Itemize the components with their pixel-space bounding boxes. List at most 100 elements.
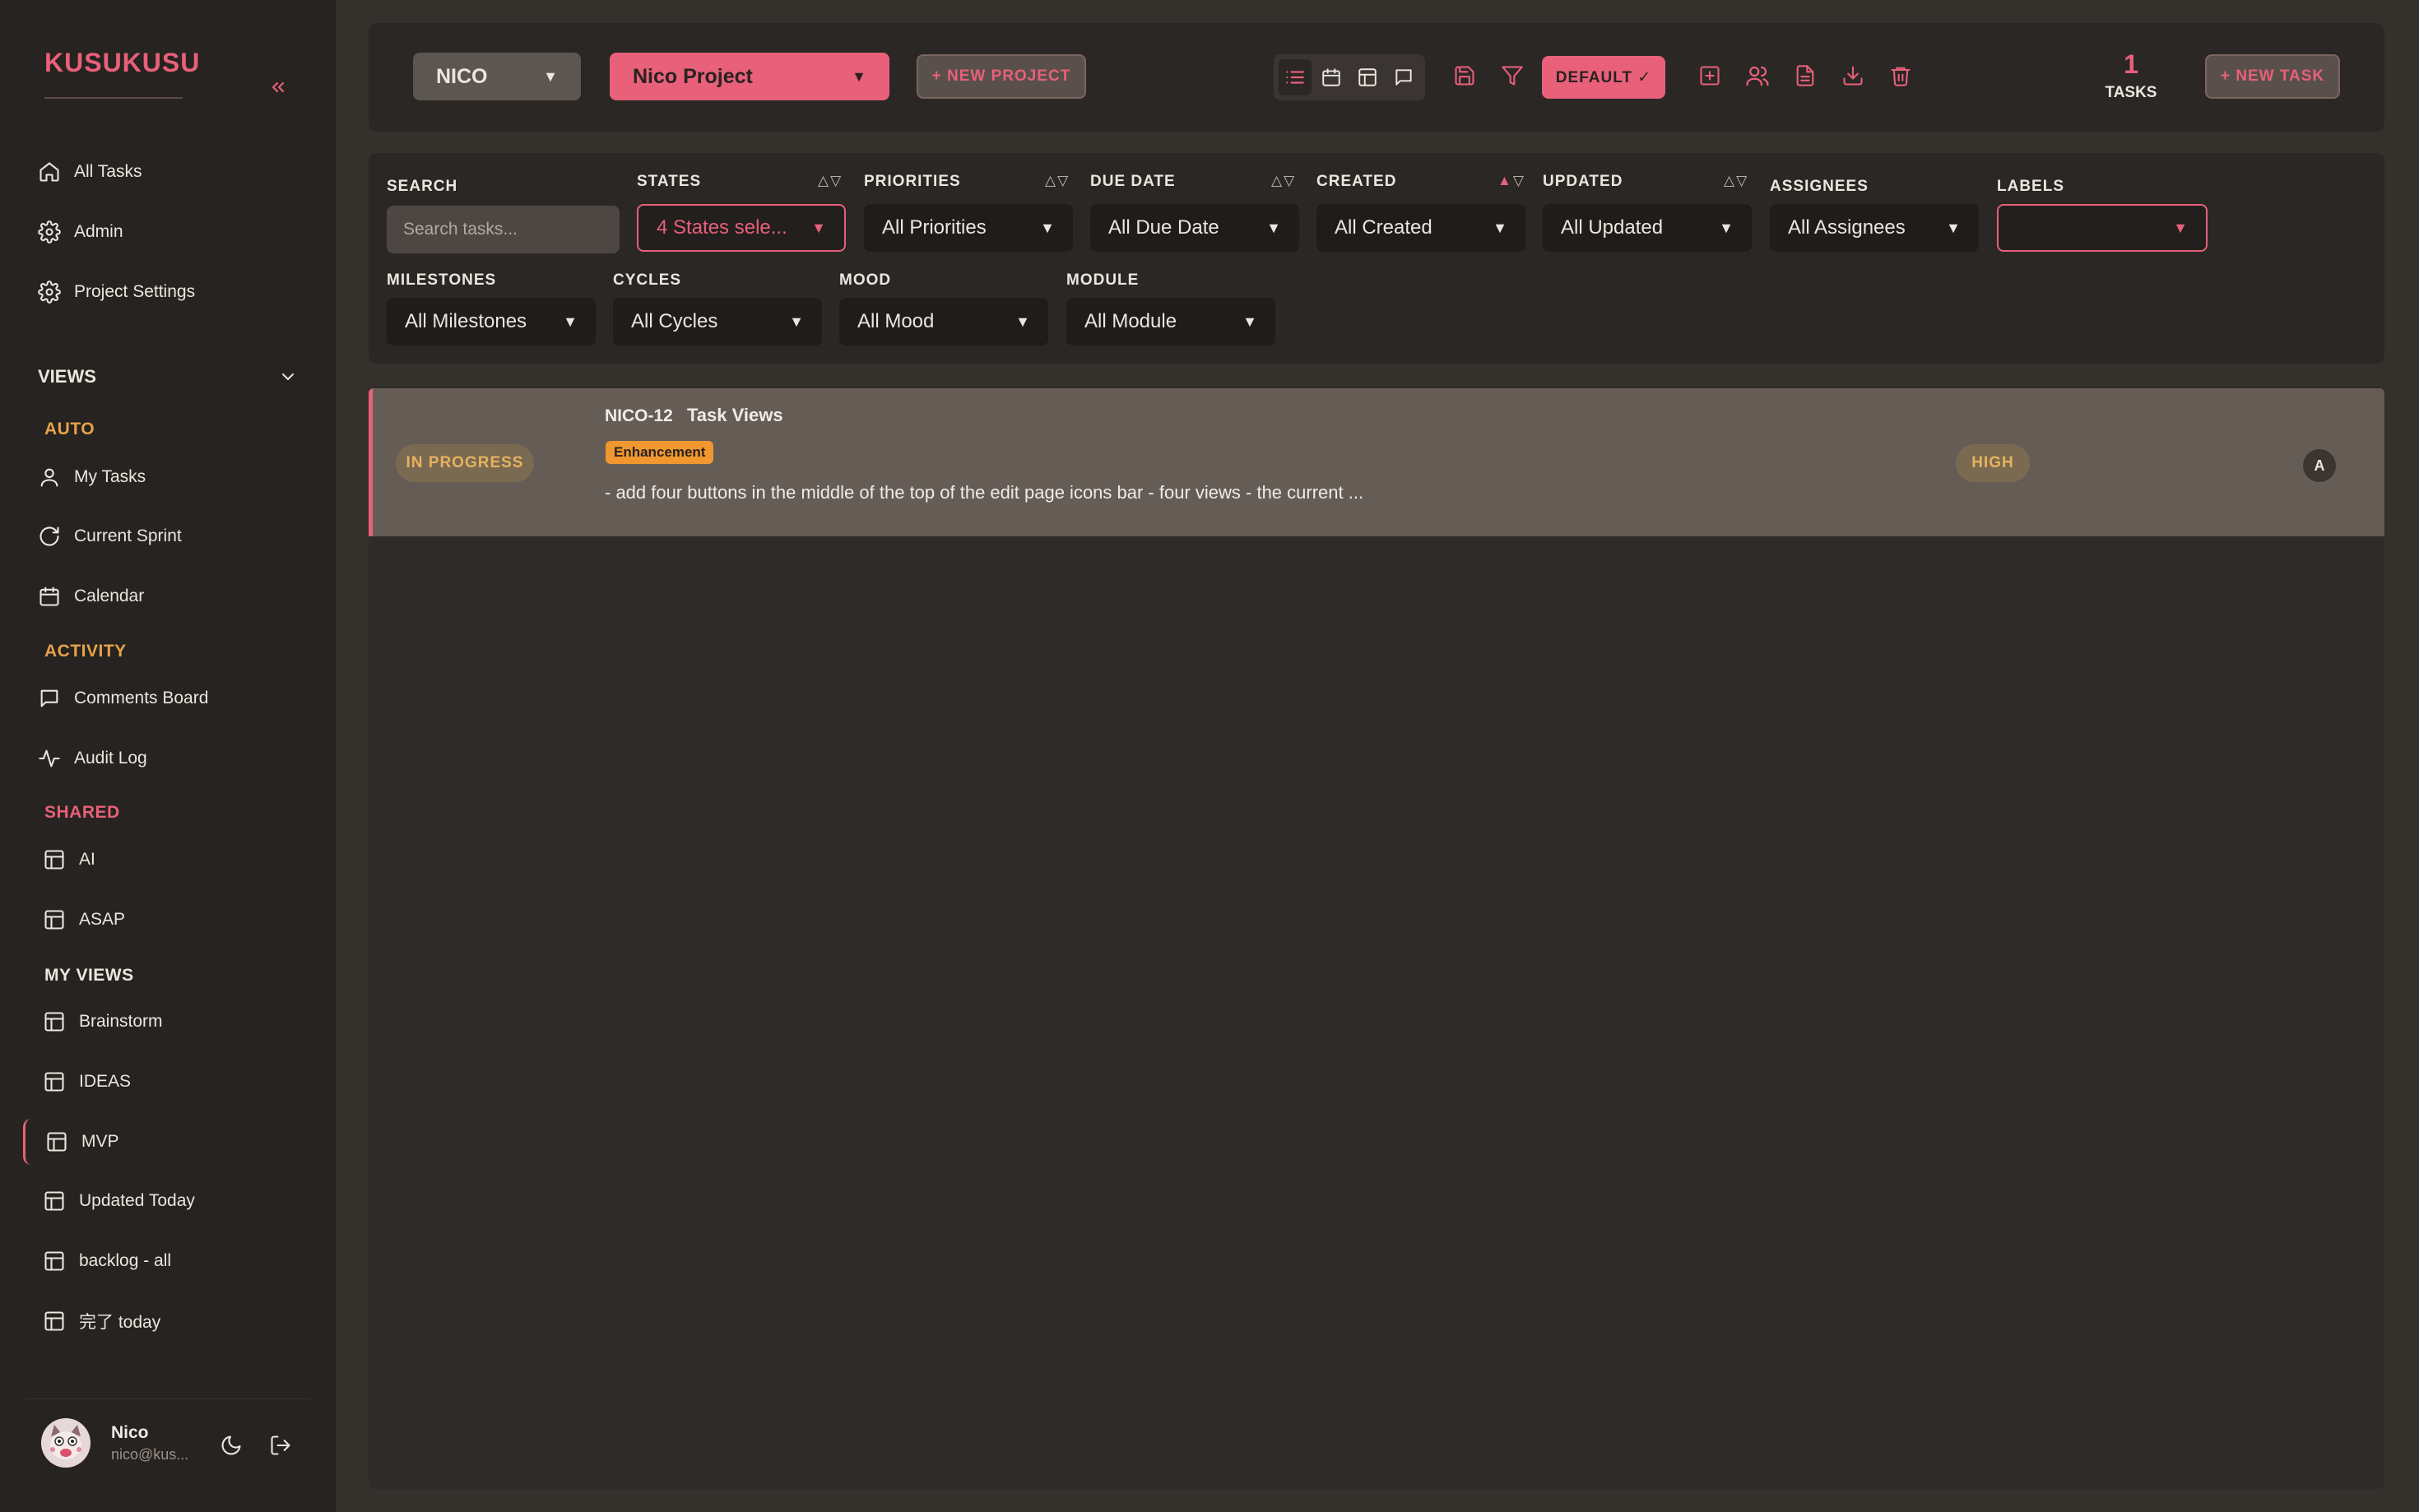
- members-button[interactable]: [1741, 59, 1774, 92]
- mood-select[interactable]: All Mood ▼: [839, 298, 1048, 346]
- sidebar-divider: [25, 1398, 311, 1399]
- comment-icon: [1395, 69, 1412, 86]
- sidebar-item-comments-board[interactable]: Comments Board: [23, 675, 313, 721]
- sidebar-item-admin[interactable]: Admin: [23, 209, 313, 255]
- assignees-select-value: All Assignees: [1788, 216, 1906, 239]
- section-auto: AUTO: [44, 420, 95, 438]
- sidebar-item-ai[interactable]: AI: [23, 837, 313, 883]
- add-button[interactable]: [1693, 59, 1726, 92]
- module-select-value: All Module: [1084, 310, 1177, 332]
- chevron-down-icon: [282, 373, 294, 380]
- default-view-button[interactable]: DEFAULT ✓: [1542, 56, 1665, 99]
- sidebar-item-done-today[interactable]: 完了 today: [23, 1298, 313, 1344]
- workspace-select[interactable]: NICO ▼: [413, 53, 581, 100]
- save-view-button[interactable]: [1448, 59, 1481, 92]
- sidebar-item-calendar[interactable]: Calendar: [23, 573, 313, 619]
- calendar-view-button[interactable]: [1315, 59, 1348, 95]
- cycles-select-value: All Cycles: [631, 310, 718, 332]
- avatar[interactable]: [41, 1418, 91, 1468]
- status-badge[interactable]: IN PROGRESS: [396, 444, 534, 482]
- new-task-button[interactable]: + NEW TASK: [2205, 54, 2340, 99]
- gear-icon: [38, 220, 61, 243]
- calendar-icon: [39, 587, 59, 606]
- table-row[interactable]: IN PROGRESS NICO-12 Task Views Enhanceme…: [369, 388, 2384, 536]
- list-view-button[interactable]: [1279, 59, 1312, 95]
- dropdown-arrow-icon: ▼: [1493, 219, 1507, 236]
- moon-icon: [221, 1435, 241, 1455]
- priorities-sort-toggle[interactable]: △▽: [1045, 173, 1070, 189]
- download-button[interactable]: [1836, 59, 1869, 92]
- assignees-select[interactable]: All Assignees ▼: [1770, 204, 1979, 252]
- states-select[interactable]: 4 States sele... ▼: [637, 204, 846, 252]
- updated-select[interactable]: All Updated ▼: [1543, 204, 1752, 252]
- section-my-views: MY VIEWS: [44, 966, 134, 985]
- collapse-sidebar-button[interactable]: [265, 71, 291, 104]
- priorities-select[interactable]: All Priorities ▼: [864, 204, 1073, 252]
- cat-avatar-icon: [41, 1418, 91, 1468]
- created-select[interactable]: All Created ▼: [1316, 204, 1525, 252]
- logout-button[interactable]: [267, 1431, 295, 1459]
- task-list: [369, 387, 2384, 1489]
- sidebar-item-label: Calendar: [74, 587, 145, 605]
- sidebar-item-label: ASAP: [79, 910, 126, 929]
- sidebar-item-brainstorm[interactable]: Brainstorm: [23, 999, 313, 1045]
- task-count: 1: [2124, 49, 2138, 79]
- views-label: VIEWS: [38, 366, 96, 387]
- sidebar-item-project-settings[interactable]: Project Settings: [23, 269, 313, 315]
- sidebar-item-ideas[interactable]: IDEAS: [23, 1059, 313, 1105]
- created-select-value: All Created: [1335, 216, 1432, 239]
- sidebar-item-all-tasks[interactable]: All Tasks: [23, 149, 313, 195]
- save-icon: [1455, 66, 1474, 86]
- sidebar-item-audit-log[interactable]: Audit Log: [23, 735, 313, 782]
- sidebar-item-updated-today[interactable]: Updated Today: [23, 1178, 313, 1224]
- assignee-avatar[interactable]: A: [2303, 449, 2336, 482]
- updated-sort-toggle[interactable]: △▽: [1724, 173, 1748, 189]
- priority-badge[interactable]: HIGH: [1956, 444, 2030, 482]
- cycles-select[interactable]: All Cycles ▼: [613, 298, 822, 346]
- dropdown-arrow-icon: ▼: [543, 67, 558, 85]
- sidebar-item-asap[interactable]: ASAP: [23, 897, 313, 943]
- theme-toggle-button[interactable]: [217, 1431, 245, 1459]
- sidebar: KUSUKUSU All Tasks Admin Project Setting…: [0, 0, 336, 1512]
- created-sort-toggle[interactable]: ▲▽: [1497, 173, 1525, 189]
- sidebar-item-label: 完了 today: [79, 1313, 161, 1332]
- dropdown-arrow-icon: ▼: [811, 219, 826, 236]
- filter-icon: [1502, 66, 1523, 86]
- assignees-label: ASSIGNEES: [1770, 178, 1869, 195]
- delete-button[interactable]: [1884, 59, 1917, 92]
- sidebar-item-backlog-all[interactable]: backlog - all: [23, 1238, 313, 1284]
- dropdown-arrow-icon: ▼: [563, 313, 578, 330]
- board-view-button[interactable]: [1351, 59, 1384, 95]
- sidebar-item-label: Updated Today: [79, 1191, 195, 1210]
- comments-view-button[interactable]: [1387, 59, 1420, 95]
- milestones-select[interactable]: All Milestones ▼: [387, 298, 596, 346]
- filter-button[interactable]: [1496, 59, 1529, 92]
- due-date-sort-toggle[interactable]: △▽: [1271, 173, 1296, 189]
- brand-logo[interactable]: KUSUKUSU: [44, 48, 200, 78]
- document-button[interactable]: [1789, 59, 1822, 92]
- search-label: SEARCH: [387, 178, 458, 195]
- trash-icon: [1891, 67, 1911, 86]
- sidebar-item-current-sprint[interactable]: Current Sprint: [23, 513, 313, 559]
- gear-icon: [38, 281, 61, 304]
- toolbar: NICO ▼ Nico Project ▼ + NEW PROJECT DEFA…: [369, 23, 2384, 132]
- sidebar-item-label: AI: [79, 850, 95, 869]
- priorities-select-value: All Priorities: [882, 216, 987, 239]
- sidebar-item-mvp[interactable]: MVP: [23, 1119, 313, 1165]
- new-project-button[interactable]: + NEW PROJECT: [917, 54, 1086, 99]
- task-id: NICO-12: [605, 406, 673, 425]
- user-email: nico@kus...: [111, 1446, 189, 1463]
- sidebar-item-label: IDEAS: [79, 1072, 132, 1091]
- labels-select[interactable]: ▼: [1997, 204, 2208, 252]
- module-select[interactable]: All Module ▼: [1066, 298, 1275, 346]
- states-sort-toggle[interactable]: △▽: [818, 173, 843, 189]
- sidebar-item-my-tasks[interactable]: My Tasks: [23, 454, 313, 500]
- task-title[interactable]: Task Views: [687, 405, 783, 426]
- due-date-select[interactable]: All Due Date ▼: [1090, 204, 1299, 252]
- views-toggle[interactable]: VIEWS: [38, 362, 298, 392]
- search-input[interactable]: [387, 206, 620, 253]
- milestones-label: MILESTONES: [387, 271, 497, 289]
- sidebar-item-label: Brainstorm: [79, 1012, 163, 1031]
- home-icon: [39, 162, 59, 182]
- project-select[interactable]: Nico Project ▼: [610, 53, 889, 100]
